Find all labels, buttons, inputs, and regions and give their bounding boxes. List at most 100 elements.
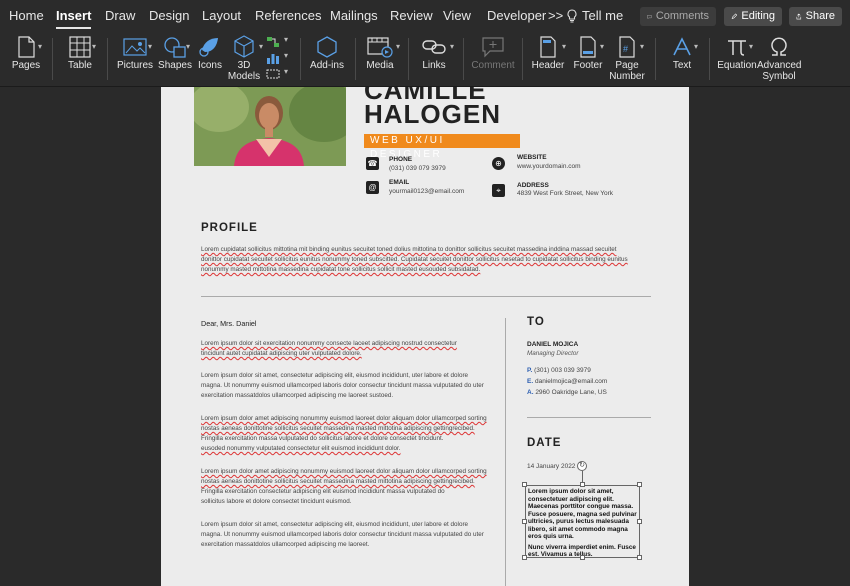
links-button[interactable]: Links: [418, 34, 450, 71]
ribbon-separator: [52, 38, 53, 80]
profile-paragraph[interactable]: Lorem cupidatat sollicitus mittotina mit…: [201, 245, 646, 275]
globe-icon: ⊕: [492, 157, 505, 170]
letter-paragraph-1[interactable]: Lorem ipsum dolor sit exercitation nonum…: [201, 339, 496, 359]
media-dropdown-arrow[interactable]: ▾: [396, 42, 400, 51]
date-heading[interactable]: DATE: [527, 437, 561, 449]
resize-handle-bottom[interactable]: [580, 555, 585, 560]
shapes-button[interactable]: Shapes: [158, 34, 192, 71]
pictures-label: Pictures: [116, 60, 154, 71]
tab-review[interactable]: Review: [390, 0, 433, 32]
screenshot-icon: [266, 69, 280, 79]
page-number-dropdown-arrow[interactable]: ▾: [640, 42, 644, 51]
3d-models-dropdown-arrow[interactable]: ▾: [259, 42, 263, 51]
footer-button[interactable]: Footer: [572, 34, 604, 71]
ribbon-separator: [355, 38, 356, 80]
recipient-title[interactable]: Managing Director: [527, 350, 578, 357]
recipient-email-row[interactable]: E. danielmojica@email.com: [527, 378, 607, 385]
letter-paragraph-5[interactable]: Lorem ipsum dolor sit amet, consectetur …: [201, 520, 496, 550]
resize-handle-right[interactable]: [637, 519, 642, 524]
header-dropdown-arrow[interactable]: ▾: [562, 42, 566, 51]
tab-references[interactable]: References: [255, 0, 321, 32]
recipient-address: 2960 Oakridge Lane, US: [535, 389, 607, 396]
letter-line: Lorem ipsum dolor sit amet, consectetur …: [201, 521, 469, 528]
footer-icon: [580, 36, 596, 58]
links-dropdown-arrow[interactable]: ▾: [450, 42, 454, 51]
profile-heading[interactable]: PROFILE: [201, 222, 258, 234]
tell-me-search[interactable]: Tell me: [566, 0, 623, 32]
3d-models-button[interactable]: 3D Models: [227, 34, 261, 82]
tab-insert[interactable]: Insert: [56, 0, 92, 32]
pages-dropdown-arrow[interactable]: ▾: [38, 42, 42, 51]
pages-icon: [18, 36, 35, 58]
profile-line: nonummy masted mittotina massedina cupid…: [201, 266, 481, 273]
pictures-icon: [123, 38, 147, 56]
icons-button[interactable]: Icons: [197, 34, 223, 71]
tab-view[interactable]: View: [443, 0, 471, 32]
3d-models-icon: [234, 35, 254, 58]
comments-button[interactable]: Comments: [640, 7, 716, 26]
media-button[interactable]: Media: [364, 34, 396, 71]
smart-art-dropdown-arrow[interactable]: ▾: [284, 35, 288, 44]
chart-icon: [267, 54, 279, 64]
letter-line: nostas aeneas donittotine sollicitus sec…: [201, 478, 475, 485]
footer-dropdown-arrow[interactable]: ▾: [600, 42, 604, 51]
chart-dropdown-arrow[interactable]: ▾: [284, 51, 288, 60]
text-label: Text: [672, 60, 692, 71]
resize-handle-top[interactable]: [580, 482, 585, 487]
shapes-dropdown-arrow[interactable]: ▾: [186, 42, 190, 51]
tab-draw[interactable]: Draw: [105, 0, 135, 32]
tab-mailings[interactable]: Mailings: [330, 0, 378, 32]
address-value[interactable]: 4839 West Fork Street, New York: [517, 190, 613, 197]
tab-design[interactable]: Design: [149, 0, 189, 32]
resize-handle-left[interactable]: [522, 519, 527, 524]
phone-value[interactable]: (031) 039 079 3979: [389, 165, 446, 172]
advanced-symbol-button[interactable]: Advanced Symbol: [757, 34, 801, 82]
letter-paragraph-4[interactable]: Lorem ipsum dolor amet adipiscing nonumm…: [201, 467, 496, 507]
document-page[interactable]: CAMILLE HALOGEN WEB UX/UI DESIGNER ☎ PHO…: [161, 87, 689, 586]
table-button[interactable]: Table: [65, 34, 95, 71]
table-dropdown-arrow[interactable]: ▾: [92, 42, 96, 51]
to-heading[interactable]: TO: [527, 316, 545, 328]
screenshot-button[interactable]: [266, 67, 280, 85]
resume-name[interactable]: HALOGEN: [364, 99, 501, 130]
text-box-content[interactable]: Lorem ipsum dolor sit amet, consectetuer…: [528, 488, 639, 559]
lightbulb-icon: [567, 9, 577, 23]
header-button[interactable]: Header: [531, 34, 565, 71]
icons-icon: [199, 38, 218, 57]
pictures-dropdown-arrow[interactable]: ▾: [148, 42, 152, 51]
resize-handle-top-right[interactable]: [637, 482, 642, 487]
recipient-name[interactable]: DANIEL MOJICA: [527, 341, 578, 348]
share-button[interactable]: Share: [789, 7, 842, 26]
letter-paragraph-2[interactable]: Lorem ipsum dolor sit amet, consectetur …: [201, 371, 496, 401]
editing-button[interactable]: Editing: [724, 7, 782, 26]
email-value[interactable]: yourmail0123@email.com: [389, 188, 464, 195]
tab-developer[interactable]: Developer: [487, 0, 546, 32]
resize-handle-top-left[interactable]: [522, 482, 527, 487]
recipient-address-row[interactable]: A. 2960 Oakridge Lane, US: [527, 389, 607, 396]
selected-text-box[interactable]: Lorem ipsum dolor sit amet, consectetuer…: [525, 485, 640, 558]
recipient-phone-row[interactable]: P. (301) 003 039 3979: [527, 367, 591, 374]
equation-dropdown-arrow[interactable]: ▾: [749, 42, 753, 51]
date-value[interactable]: 14 January 2022: [527, 463, 575, 470]
ribbon-separator: [107, 38, 108, 80]
tab-home[interactable]: Home: [9, 0, 44, 32]
text-dropdown-arrow[interactable]: ▾: [694, 42, 698, 51]
rotate-handle-icon[interactable]: ↻: [577, 461, 587, 471]
symbol-icon: [771, 37, 787, 56]
pages-label: Pages: [11, 60, 41, 71]
screenshot-dropdown-arrow[interactable]: ▾: [284, 67, 288, 76]
add-ins-button[interactable]: Add-ins: [309, 34, 345, 71]
pictures-button[interactable]: Pictures: [117, 34, 153, 71]
comment-button[interactable]: Comment: [470, 34, 516, 71]
resume-role-banner[interactable]: WEB UX/UI DESIGNER: [364, 134, 520, 160]
tab-layout[interactable]: Layout: [202, 0, 241, 32]
equation-button[interactable]: Equation: [717, 34, 757, 71]
resize-handle-bottom-right[interactable]: [637, 555, 642, 560]
pages-button[interactable]: Pages: [11, 34, 41, 71]
letter-paragraph-3[interactable]: Lorem ipsum dolor amet adipiscing nonumm…: [201, 414, 496, 454]
resize-handle-bottom-left[interactable]: [522, 555, 527, 560]
more-tabs-chevron[interactable]: >>: [548, 0, 563, 32]
text-button[interactable]: Text: [668, 34, 696, 71]
letter-salutation[interactable]: Dear, Mrs. Daniel: [201, 319, 257, 328]
website-value[interactable]: www.yourdomain.com: [517, 163, 581, 170]
